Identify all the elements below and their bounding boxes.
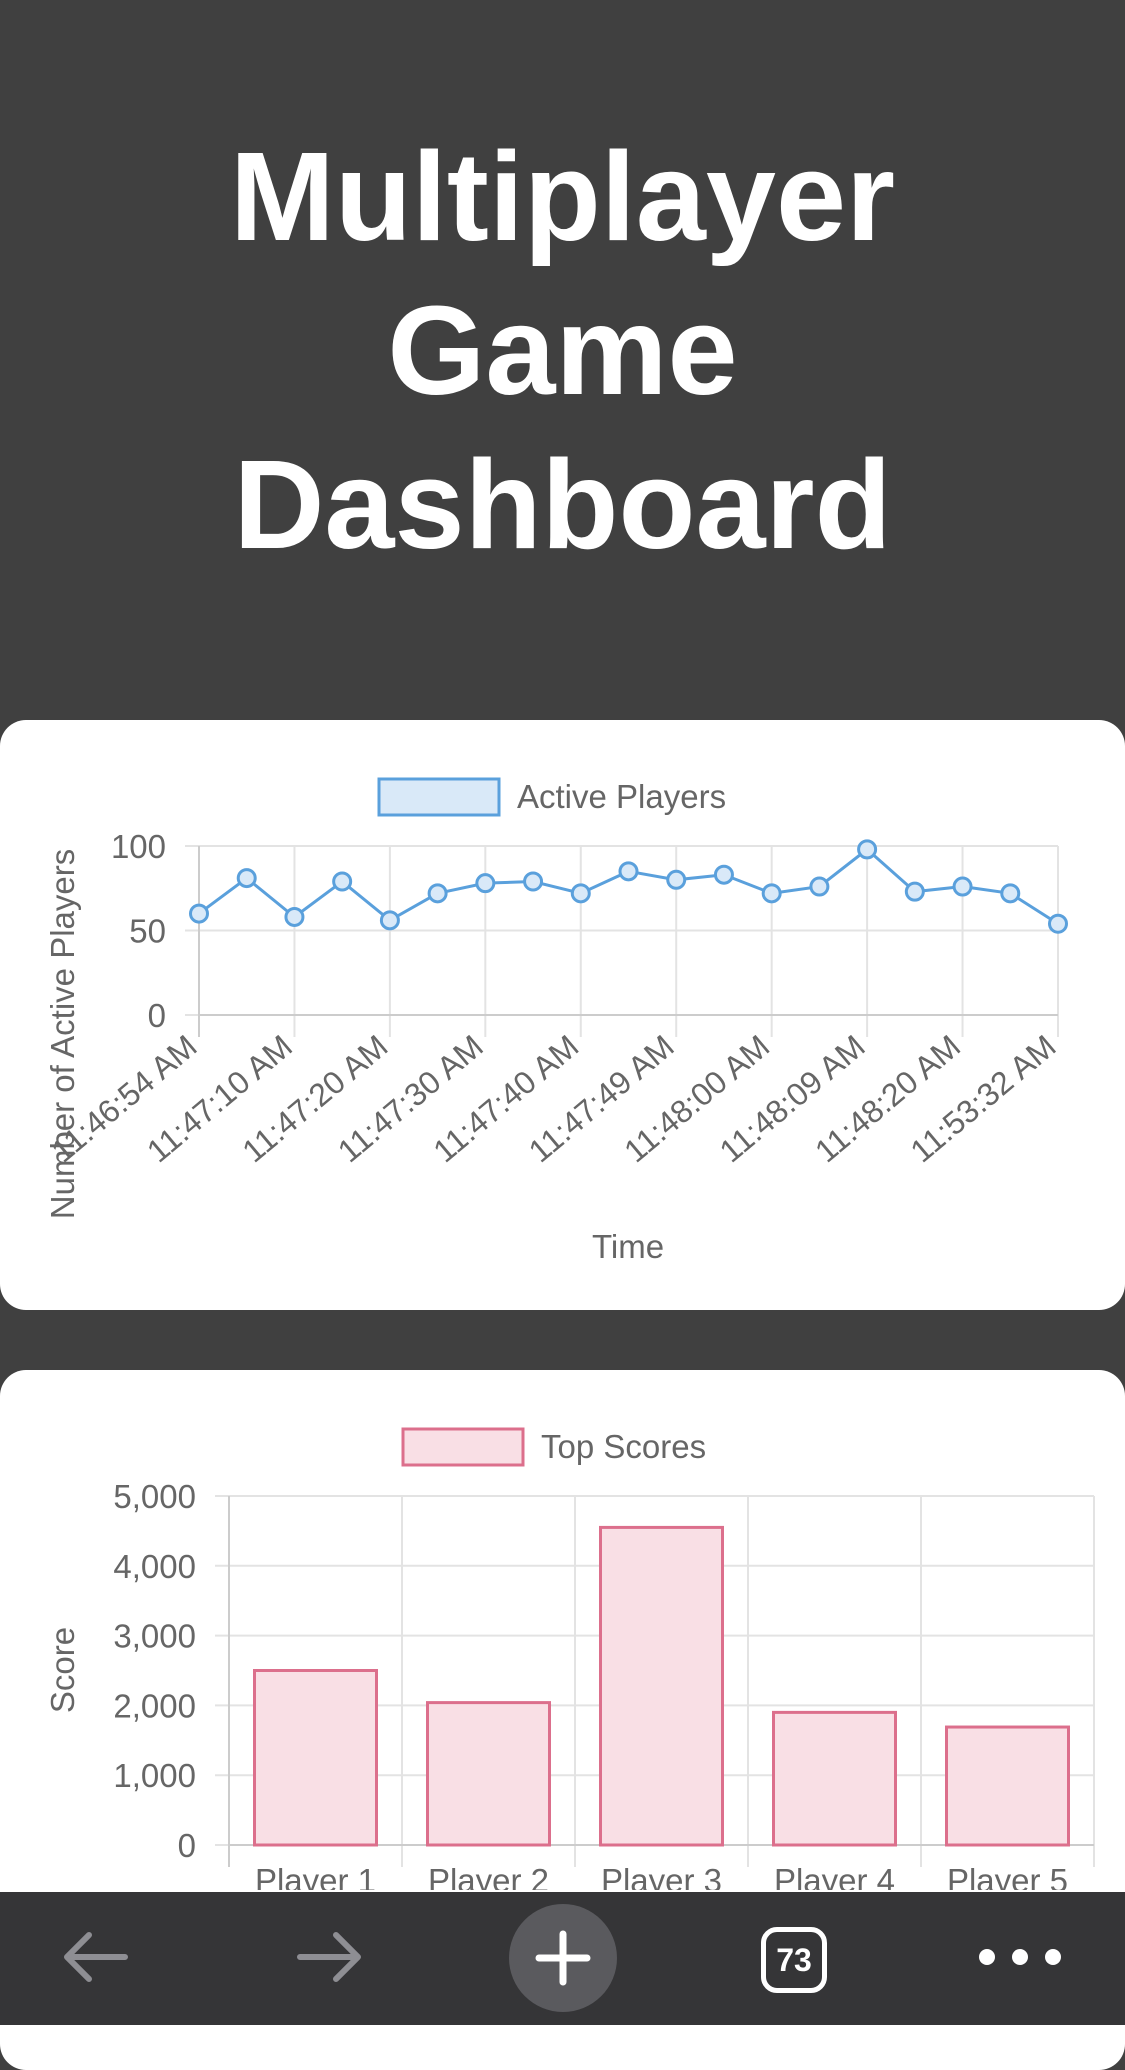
x-tick-label: Player 3 — [601, 1862, 722, 1890]
x-tick-label: Player 4 — [774, 1862, 895, 1890]
top-scores-chart: Top Scores 0 1,000 2,000 3,000 4,000 5,000 Play… — [44, 1427, 1095, 1890]
page-title-line-3: Dashboard — [233, 434, 892, 575]
y-tick-label: 50 — [129, 913, 166, 950]
tab-count-badge: 73 — [761, 1927, 827, 1993]
data-point — [332, 871, 353, 892]
x-axis-title: Time — [592, 1228, 664, 1265]
y-tick-label: 0 — [178, 1827, 196, 1864]
data-point — [236, 868, 257, 889]
active-players-card: Active Players 0 50 100 11:46:54 AM 11:47:10 … — [0, 720, 1125, 1310]
new-tab-button[interactable] — [509, 1904, 617, 2012]
data-point — [666, 869, 687, 890]
data-point — [952, 876, 973, 897]
x-tick-label: Player 2 — [428, 1862, 549, 1890]
data-point — [570, 883, 591, 904]
page-title-line-2: Game — [387, 280, 738, 421]
data-point — [379, 910, 400, 931]
x-tick-label: Player 1 — [255, 1862, 376, 1890]
y-axis-title: Score — [44, 1627, 81, 1713]
y-tick-label: 2,000 — [113, 1687, 196, 1724]
data-point — [1048, 913, 1068, 934]
page-title-line-1: Multiplayer — [229, 126, 896, 267]
arrow-right-icon — [297, 1932, 361, 1982]
bar-player-1 — [253, 1669, 378, 1847]
data-point — [809, 876, 830, 897]
legend-swatch-active-players — [377, 777, 501, 817]
legend-swatch-top-scores — [401, 1427, 525, 1467]
y-tick-label: 3,000 — [113, 1618, 196, 1655]
series-line-active-players — [198, 847, 1059, 926]
bar-player-2 — [426, 1701, 551, 1847]
data-point — [1000, 883, 1021, 904]
x-tick-label: Player 5 — [947, 1862, 1068, 1890]
more-dots-icon — [979, 1949, 1061, 1965]
y-tick-label: 1,000 — [113, 1757, 196, 1794]
forward-button[interactable] — [290, 1927, 370, 1987]
data-point — [523, 871, 544, 892]
data-point — [618, 861, 639, 882]
bar-player-3 — [599, 1525, 724, 1847]
data-point — [857, 839, 878, 860]
y-tick-label: 4,000 — [113, 1548, 196, 1585]
tabs-button[interactable]: 73 — [756, 1922, 832, 1998]
data-point — [761, 883, 782, 904]
bar-player-4 — [772, 1710, 897, 1847]
data-point — [713, 864, 734, 885]
arrow-left-icon — [64, 1932, 128, 1982]
browser-toolbar: 73 — [0, 1892, 1125, 2025]
bar-player-5 — [945, 1725, 1070, 1847]
data-point — [904, 881, 925, 902]
legend-label-active-players: Active Players — [517, 778, 726, 815]
y-axis-title: Number of Active Players — [44, 849, 81, 1219]
data-point — [427, 883, 448, 904]
y-tick-label: 5,000 — [113, 1478, 196, 1515]
data-point — [284, 906, 305, 927]
page-title: Multiplayer Game Dashboard — [0, 120, 1125, 582]
y-tick-label: 100 — [111, 828, 166, 865]
y-tick-label: 0 — [148, 997, 166, 1034]
active-players-chart: Active Players05010011:46:54 AM11:47:10 … — [44, 777, 1068, 1265]
legend-label-top-scores: Top Scores — [541, 1428, 706, 1465]
plus-icon — [535, 1930, 591, 1986]
data-point — [475, 873, 496, 894]
more-menu-button[interactable] — [965, 1927, 1075, 1987]
data-point — [189, 903, 209, 924]
back-button[interactable] — [55, 1927, 135, 1987]
